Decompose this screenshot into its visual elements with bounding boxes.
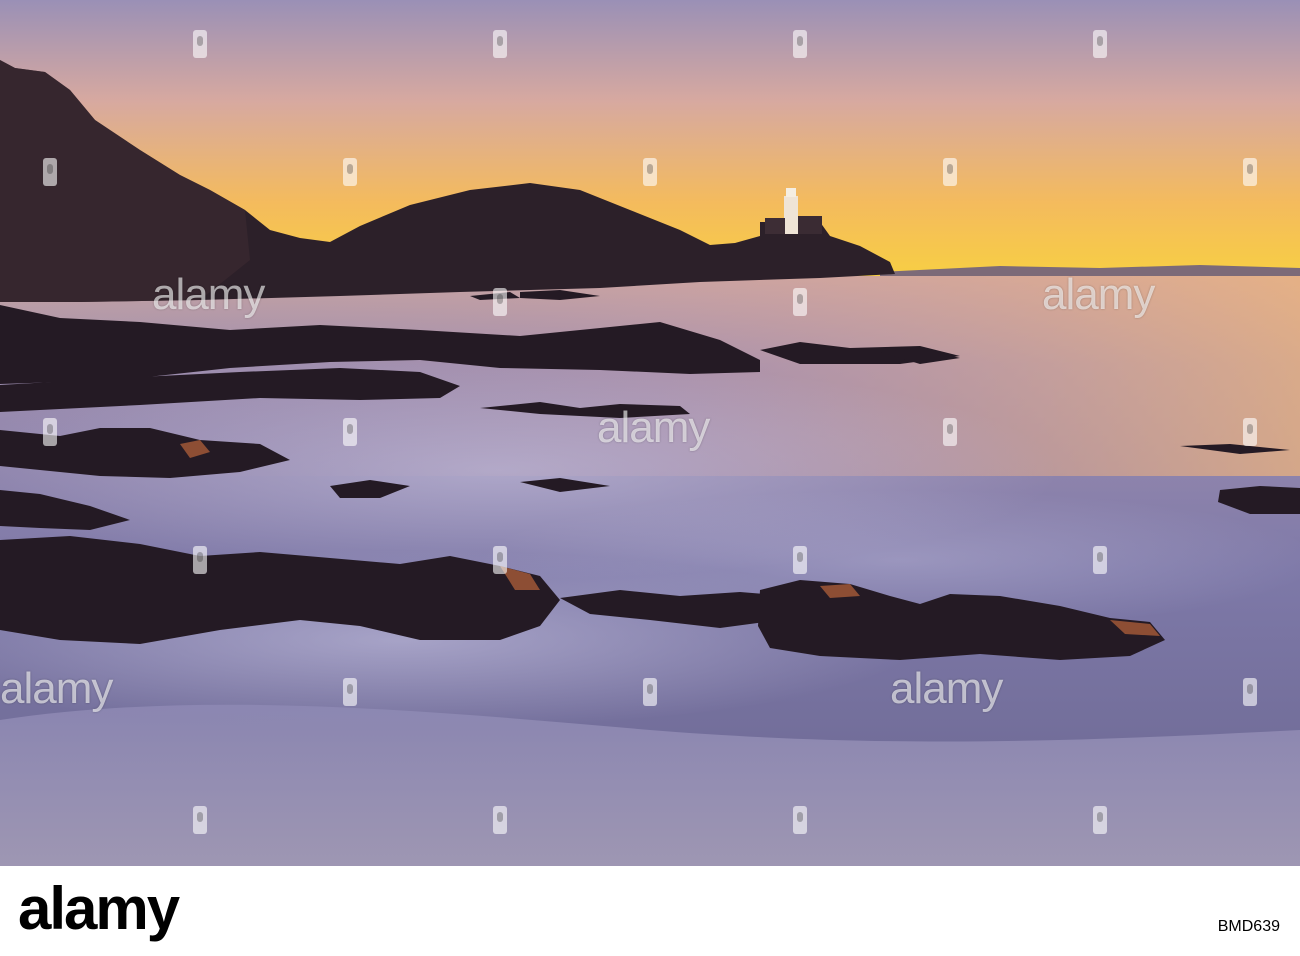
watermark-glyph: [793, 30, 807, 58]
watermark: alamy: [1042, 270, 1155, 319]
watermark-glyph: [493, 806, 507, 834]
watermark-glyph: [793, 288, 807, 316]
watermark: alamy: [152, 270, 265, 319]
watermark-glyph: [1093, 806, 1107, 834]
watermark-glyph: [1243, 678, 1257, 706]
lighthouse-building: [765, 218, 785, 234]
watermark-glyph: [1243, 418, 1257, 446]
lighthouse-lamp: [786, 188, 796, 197]
watermark-glyph: [793, 546, 807, 574]
watermark-glyph: [193, 806, 207, 834]
watermark-glyph: [343, 418, 357, 446]
watermark-glyph: [943, 158, 957, 186]
watermark-glyph: [793, 806, 807, 834]
watermark-glyph: [943, 418, 957, 446]
watermark-glyph: [193, 30, 207, 58]
watermark: alamy: [0, 664, 113, 713]
watermark-glyph: [493, 546, 507, 574]
watermark-glyph: [493, 30, 507, 58]
watermark-glyph: [43, 158, 57, 186]
watermark-glyph: [343, 158, 357, 186]
watermark: alamy: [890, 664, 1003, 713]
lighthouse-annex: [798, 216, 822, 234]
watermark-glyph: [1243, 158, 1257, 186]
alamy-logo: alamy: [18, 875, 180, 942]
watermark-glyph: [43, 418, 57, 446]
watermark-glyph: [1093, 546, 1107, 574]
watermark-glyph: [1093, 30, 1107, 58]
footer-bar: alamy BMD639: [0, 866, 1300, 956]
image-id: BMD639: [1217, 918, 1280, 935]
lighthouse-tower: [784, 196, 798, 234]
watermark: alamy: [597, 403, 710, 452]
watermark-glyph: [643, 158, 657, 186]
watermark-glyph: [343, 678, 357, 706]
watermark-glyph: [493, 288, 507, 316]
watermark-glyph: [643, 678, 657, 706]
watermark-glyph: [193, 546, 207, 574]
